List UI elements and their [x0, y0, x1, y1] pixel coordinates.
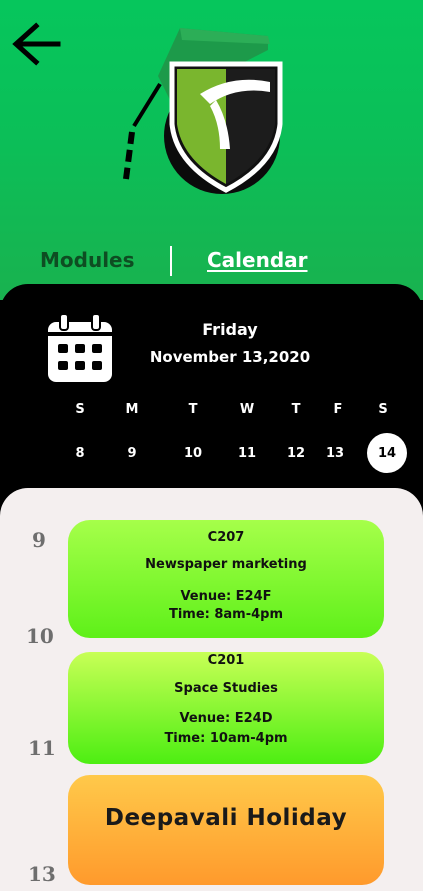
holiday-title: Deepavali Holiday	[104, 805, 348, 831]
app-header: Modules Calendar	[0, 0, 423, 300]
weekday-mon: M	[125, 401, 139, 417]
date-cell[interactable]: 13	[315, 433, 355, 473]
event-title: Newspaper marketing	[145, 557, 307, 572]
tab-calendar[interactable]: Calendar	[207, 248, 308, 272]
weekday-sun: S	[75, 401, 85, 417]
weekday-thu: T	[291, 401, 301, 417]
weekday-tue: T	[188, 401, 198, 417]
event-title: Space Studies	[174, 681, 278, 696]
graduation-shield-logo	[123, 28, 283, 194]
date-cell[interactable]: 8	[60, 433, 100, 473]
hour-label: 9	[32, 528, 46, 552]
schedule-panel: 9 10 11 13 C207 Newspaper marketing Venu…	[0, 488, 423, 891]
tab-divider	[170, 246, 172, 276]
week-dates-row: 8 9 10 11 12 13 14	[0, 433, 423, 473]
holiday-card[interactable]: Deepavali Holiday	[68, 775, 384, 885]
event-card[interactable]: C201 Space Studies Venue: E24D Time: 10a…	[68, 652, 384, 764]
weekday-wed: W	[239, 401, 255, 417]
event-venue: Venue: E24D	[179, 711, 273, 726]
tab-modules[interactable]: Modules	[40, 248, 135, 272]
hour-label: 13	[28, 862, 56, 886]
calendar-icon	[48, 314, 112, 382]
date-cell[interactable]: 10	[173, 433, 213, 473]
weekday-header-row: S M T W T F S	[0, 396, 423, 426]
event-card[interactable]: C207 Newspaper marketing Venue: E24F Tim…	[68, 520, 384, 638]
selected-full-date: November 13,2020	[149, 348, 311, 366]
date-cell[interactable]: 11	[227, 433, 267, 473]
date-cell[interactable]: 9	[112, 433, 152, 473]
event-time: Time: 10am-4pm	[164, 731, 288, 746]
back-arrow-icon[interactable]	[8, 20, 64, 76]
tab-bar: Modules Calendar	[0, 238, 423, 284]
selected-day-name: Friday	[202, 320, 258, 339]
event-venue: Venue: E24F	[180, 589, 272, 604]
event-code: C201	[207, 653, 245, 668]
hour-label: 11	[28, 736, 56, 760]
event-time: Time: 8am-4pm	[168, 607, 284, 622]
event-code: C207	[207, 530, 245, 545]
weekday-fri: F	[333, 401, 343, 417]
date-cell[interactable]: 12	[276, 433, 316, 473]
weekday-sat: S	[378, 401, 388, 417]
hour-label: 10	[26, 624, 54, 648]
calendar-panel: Friday November 13,2020 S M T W T F S 8 …	[0, 284, 423, 504]
date-cell-selected[interactable]: 14	[367, 433, 407, 473]
